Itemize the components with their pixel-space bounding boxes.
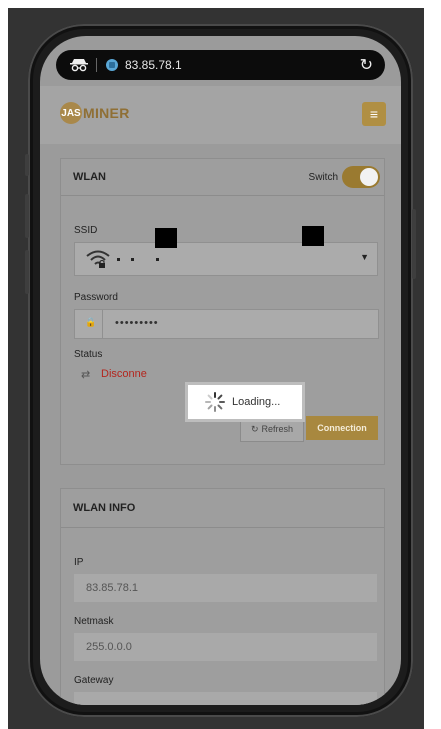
- app-header: JAS MINER ≡: [40, 86, 401, 144]
- disconnected-icon: ⇄: [81, 369, 91, 381]
- browser-url-bar[interactable]: 83.85.78.1 ↻: [56, 50, 385, 80]
- wlan-toggle-switch[interactable]: [342, 166, 380, 188]
- wlan-info-header: WLAN INFO: [61, 489, 384, 528]
- wlan-title: WLAN: [73, 171, 106, 183]
- incognito-icon: [68, 58, 90, 72]
- password-label: Password: [74, 292, 118, 303]
- phone-frame: 83.85.78.1 ↻ JAS MINER ≡ WLAN Switch SSI…: [25, 24, 416, 717]
- wlan-card-header: WLAN Switch: [61, 159, 384, 196]
- switch-knob: [360, 168, 378, 186]
- wlan-info-title: WLAN INFO: [73, 502, 136, 514]
- lock-icon: 🔒: [85, 317, 97, 327]
- power-button: [412, 209, 416, 279]
- gateway-label: Gateway: [74, 675, 114, 686]
- spinner-icon: [204, 391, 226, 413]
- refresh-label: Refresh: [261, 424, 294, 434]
- ssid-select[interactable]: ▼: [74, 242, 378, 276]
- chevron-down-icon: ▼: [360, 252, 369, 262]
- wifi-lock-icon: [85, 249, 111, 272]
- gateway-field: [74, 692, 377, 705]
- site-info-icon[interactable]: [105, 58, 119, 72]
- ip-label: IP: [74, 557, 84, 568]
- switch-label: Switch: [308, 171, 338, 183]
- jasminer-logo[interactable]: JAS MINER: [60, 102, 130, 124]
- phone-screen: 83.85.78.1 ↻ JAS MINER ≡ WLAN Switch SSI…: [40, 36, 401, 705]
- netmask-label: Netmask: [74, 616, 114, 627]
- mute-switch: [25, 154, 29, 176]
- field-divider: [102, 310, 103, 338]
- menu-button[interactable]: ≡: [362, 102, 386, 126]
- logo-wordmark: MINER: [83, 105, 130, 121]
- redaction-box: [155, 228, 177, 248]
- url-divider: [96, 58, 97, 72]
- refresh-icon: ↻: [250, 423, 259, 434]
- ip-field: 83.85.78.1: [74, 574, 377, 602]
- loading-dialog: Loading...: [185, 382, 305, 422]
- status-value: Disconne: [101, 368, 147, 380]
- ssid-glyph: [156, 258, 159, 261]
- loading-text: Loading...: [232, 396, 281, 408]
- password-value: •••••••••: [115, 317, 159, 329]
- status-label: Status: [74, 349, 103, 360]
- redaction-box: [302, 226, 324, 246]
- password-field[interactable]: 🔒 •••••••••: [74, 309, 379, 339]
- connection-button[interactable]: Connection: [306, 416, 378, 440]
- volume-up-button: [25, 194, 29, 238]
- ssid-glyph: [131, 258, 134, 261]
- url-text[interactable]: 83.85.78.1: [125, 58, 360, 72]
- volume-down-button: [25, 250, 29, 294]
- wlan-info-card: WLAN INFO IP 83.85.78.1 Netmask 255.0.0.…: [60, 488, 385, 705]
- reload-icon[interactable]: ↻: [360, 55, 373, 75]
- logo-mark: JAS: [60, 102, 82, 124]
- hamburger-icon: ≡: [369, 106, 379, 122]
- ssid-glyph: [117, 258, 120, 261]
- netmask-field: 255.0.0.0: [74, 633, 377, 661]
- ssid-label: SSID: [74, 225, 98, 236]
